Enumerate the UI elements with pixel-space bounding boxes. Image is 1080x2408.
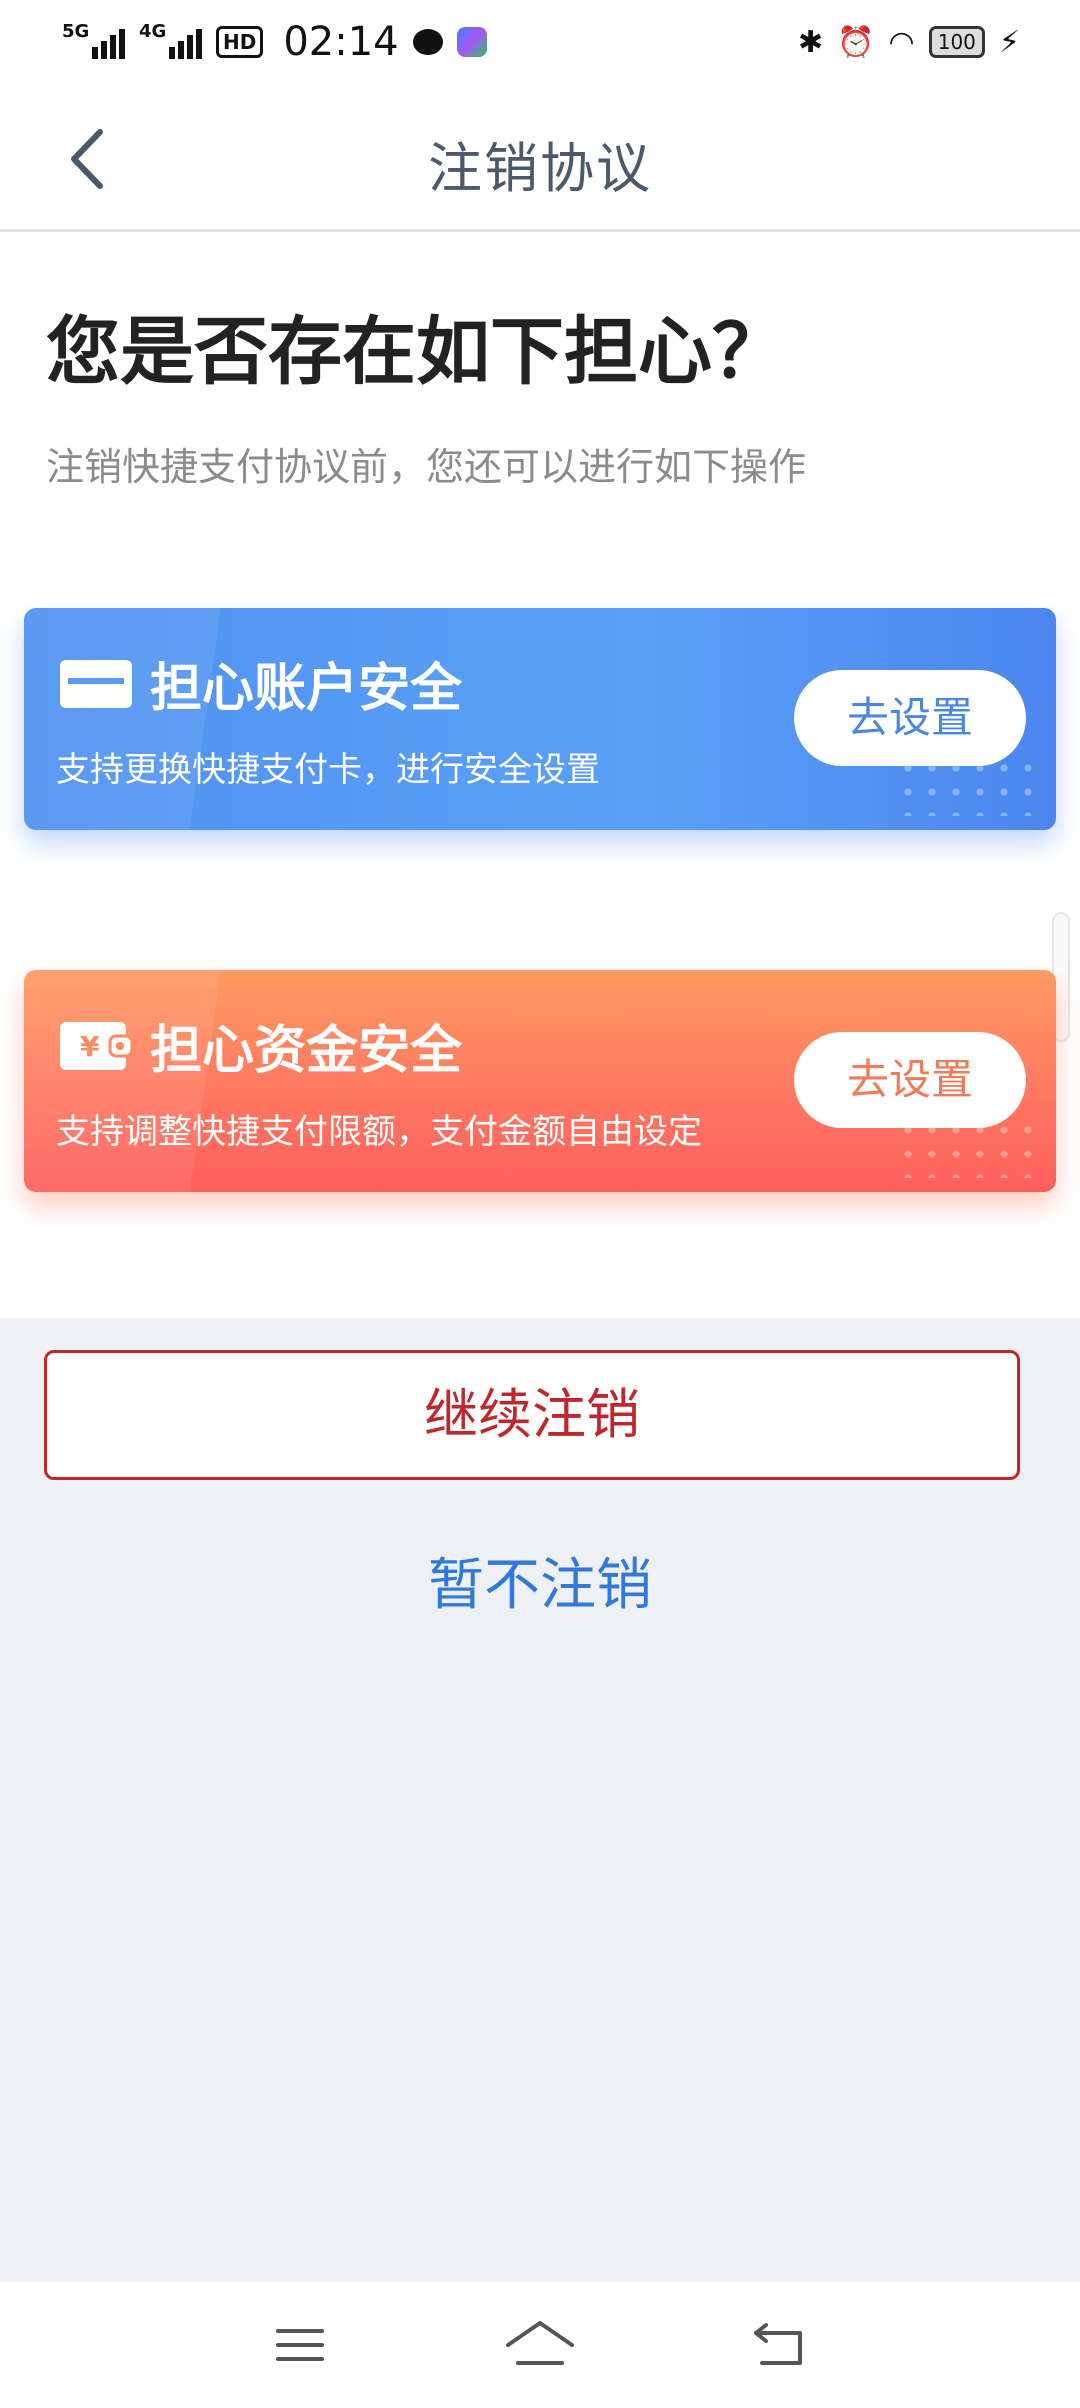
battery-icon: 100: [928, 26, 985, 58]
message-icon: [412, 29, 443, 55]
signal-5g-icon: 5G: [62, 21, 125, 59]
home-icon: [506, 2321, 574, 2365]
bluetooth-icon: ✱: [798, 24, 824, 60]
sub-heading: 注销快捷支付协议前，您还可以进行如下操作: [46, 445, 807, 489]
main-heading: 您是否存在如下担心？: [46, 309, 786, 395]
card-description: 支持调整快捷支付限额，支付金额自由设定: [56, 1112, 702, 1152]
card-title: 担心资金安全: [150, 1021, 463, 1081]
system-nav-bar: [0, 2282, 1080, 2408]
fund-security-card: ¥ 担心资金安全 支持调整快捷支付限额，支付金额自由设定 去设置: [24, 970, 1056, 1192]
header: 注销协议: [0, 84, 1080, 232]
status-bar-right: ✱ ⏰ ◠ 100 ⚡: [798, 25, 1020, 60]
wifi-icon: ◠: [888, 24, 915, 60]
alarm-icon: ⏰: [837, 24, 875, 60]
continue-cancel-button[interactable]: 继续注销: [44, 1350, 1020, 1480]
page-title: 注销协议: [428, 137, 652, 200]
hd-icon: HD: [216, 26, 264, 58]
account-security-settings-button[interactable]: 去设置: [794, 670, 1026, 766]
back-nav-button[interactable]: [740, 2315, 820, 2375]
status-bar: 5G 4G HD 02:14 ✱ ⏰ ◠ 100 ⚡: [0, 0, 1080, 84]
card-description: 支持更换快捷支付卡，进行安全设置: [56, 750, 600, 790]
charging-icon: ⚡: [998, 24, 1020, 60]
card-title: 担心账户安全: [150, 659, 463, 719]
fund-security-settings-button[interactable]: 去设置: [794, 1032, 1026, 1128]
svg-text:¥: ¥: [80, 1030, 100, 1063]
menu-icon: [276, 2329, 324, 2361]
status-bar-left: 5G 4G HD 02:14: [62, 19, 487, 65]
menu-button[interactable]: [260, 2315, 340, 2375]
return-icon: [754, 2323, 802, 2365]
account-security-card: 担心账户安全 支持更换快捷支付卡，进行安全设置 去设置: [24, 608, 1056, 830]
wallet-icon: ¥: [58, 1020, 134, 1072]
app-notification-icon: [456, 27, 487, 57]
home-button[interactable]: [500, 2315, 580, 2375]
not-now-link[interactable]: 暂不注销: [0, 1540, 1080, 1621]
card-icon: [58, 658, 134, 710]
status-time: 02:14: [283, 19, 399, 65]
signal-4g-icon: 4G: [139, 21, 202, 59]
